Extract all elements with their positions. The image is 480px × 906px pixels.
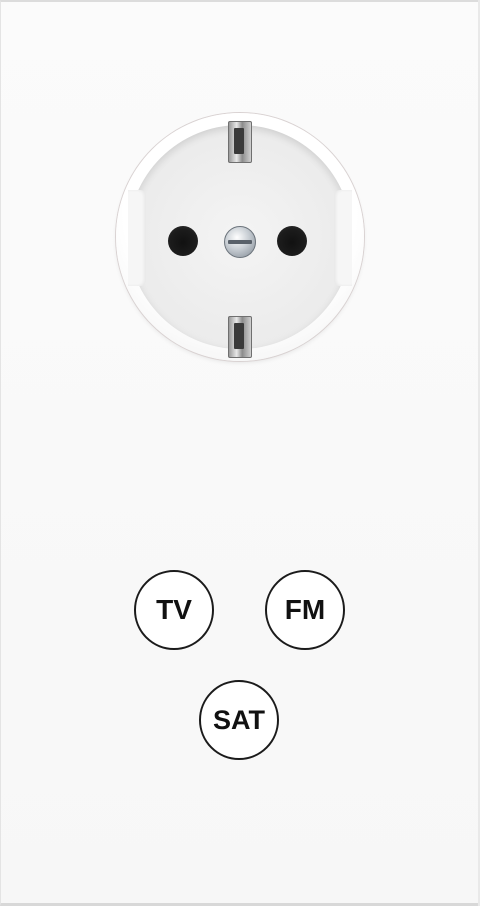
earth-contact-top <box>228 121 252 163</box>
outlet-side-guide-left <box>128 190 146 286</box>
earth-contact-bottom <box>228 316 252 358</box>
tv-port-label: TV <box>156 594 192 625</box>
sat-port[interactable]: SAT <box>199 680 279 760</box>
center-screw-icon <box>224 226 256 258</box>
fm-port[interactable]: FM <box>265 570 345 650</box>
sat-port-label: SAT <box>213 704 265 735</box>
outlet-side-guide-right <box>334 190 352 286</box>
tv-port[interactable]: TV <box>134 570 214 650</box>
outlet-pin-hole-right[interactable] <box>277 226 307 256</box>
fm-port-label: FM <box>284 594 326 625</box>
outlet-pin-hole-left[interactable] <box>168 226 198 256</box>
